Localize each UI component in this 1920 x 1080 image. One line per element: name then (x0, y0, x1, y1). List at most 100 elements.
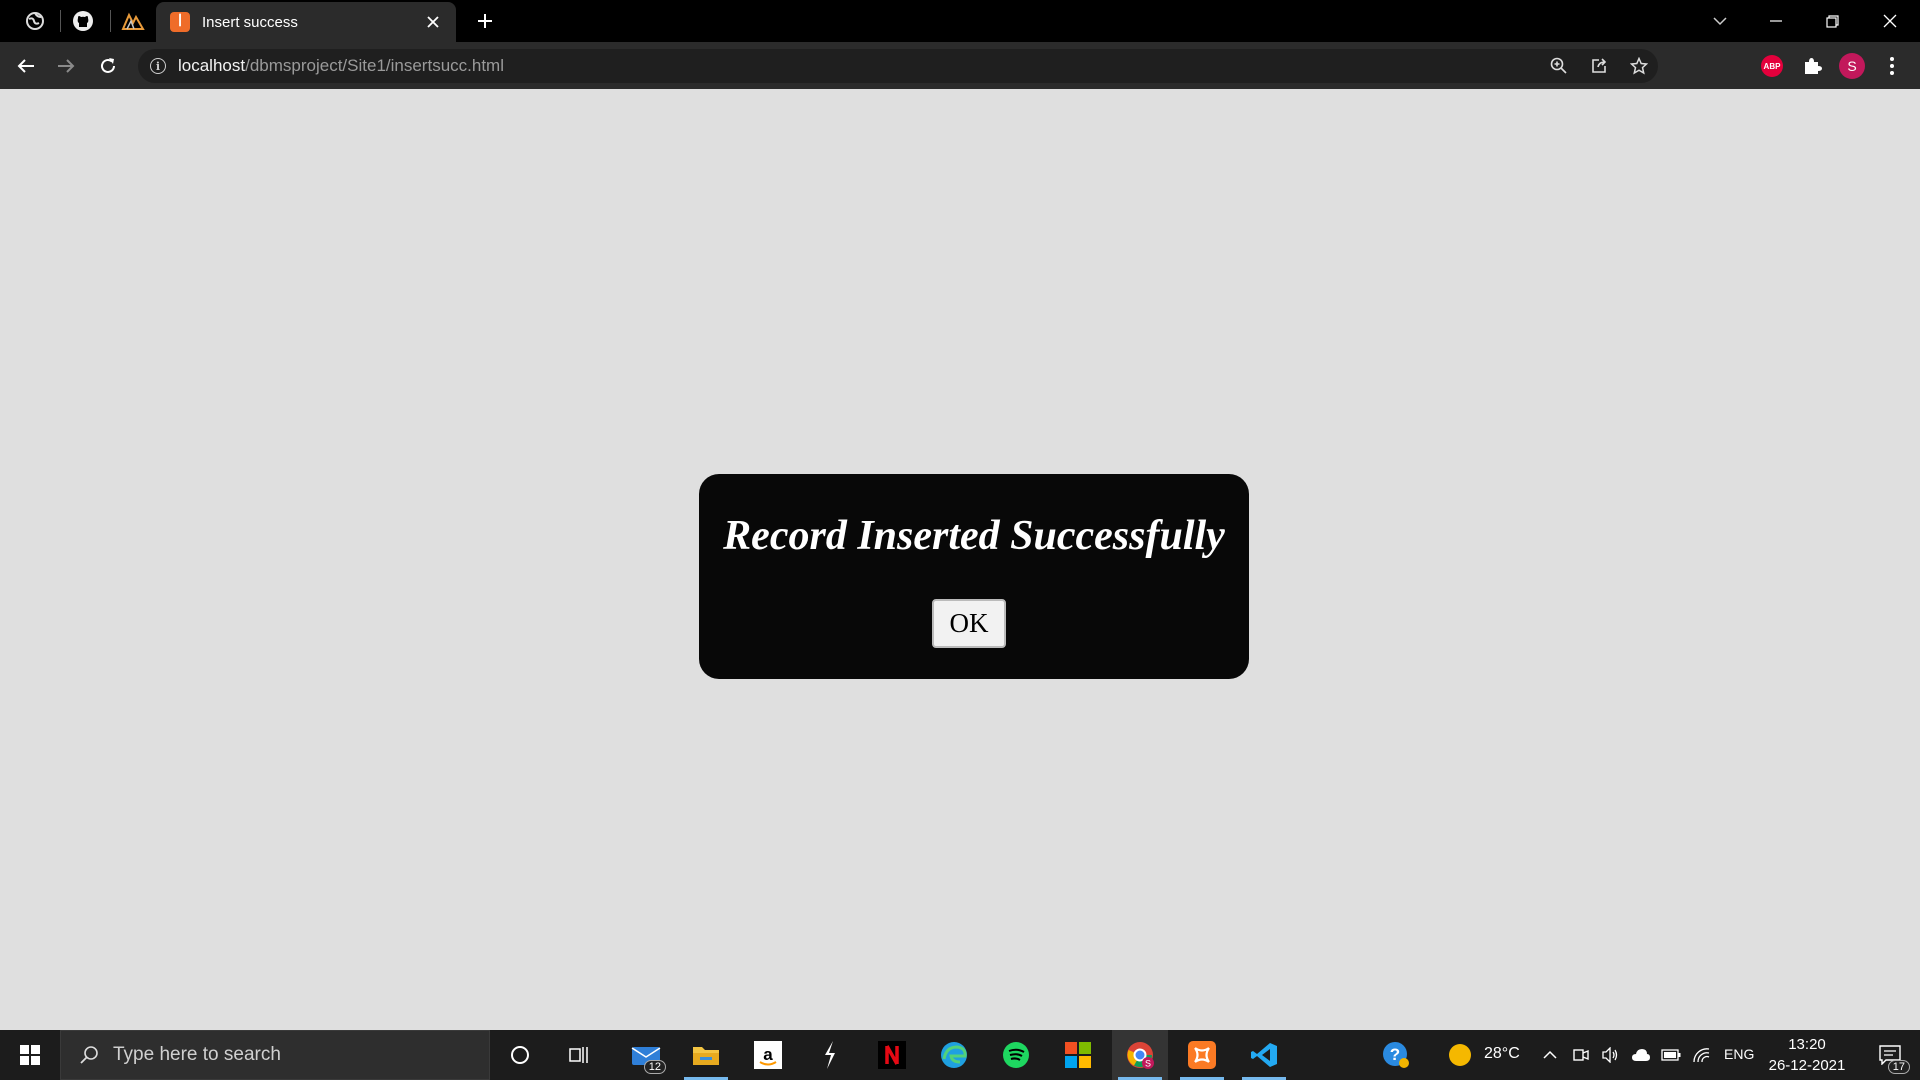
taskbar-spotify[interactable] (988, 1030, 1044, 1080)
taskbar-amazon[interactable]: a (740, 1030, 796, 1080)
help-icon: ? (1383, 1042, 1409, 1068)
tray-onedrive[interactable] (1626, 1030, 1656, 1080)
share-button[interactable] (1582, 49, 1616, 83)
battery-icon (1661, 1049, 1681, 1061)
ok-button[interactable]: OK (932, 599, 1006, 648)
forward-button[interactable] (48, 48, 84, 84)
profile-button[interactable]: S (1836, 50, 1868, 82)
taskbar-file-explorer[interactable] (678, 1030, 734, 1080)
restore-button[interactable] (1804, 0, 1860, 42)
taskbar-xampp[interactable] (1174, 1030, 1230, 1080)
close-icon (427, 16, 439, 28)
active-tab[interactable]: ꟾ Insert success (156, 2, 456, 42)
search-icon (80, 1046, 98, 1064)
arrow-left-icon (17, 59, 34, 73)
clock[interactable]: 13:20 26-12-2021 (1762, 1034, 1852, 1076)
mail-badge: 12 (643, 1060, 666, 1074)
store-icon (1065, 1042, 1091, 1068)
tray-wifi[interactable] (1686, 1030, 1716, 1080)
cortana-button[interactable] (492, 1030, 548, 1080)
adblock-extension-button[interactable]: ABP (1756, 50, 1788, 82)
task-view-button[interactable] (552, 1030, 608, 1080)
task-view-icon (569, 1047, 588, 1063)
zoom-in-icon (1550, 57, 1567, 74)
url-path: /dbmsproject/Site1/insertsucc.html (245, 56, 504, 75)
start-button[interactable] (0, 1030, 60, 1080)
device-icon (1573, 1049, 1589, 1061)
action-center-button[interactable]: 17 (1862, 1030, 1918, 1080)
svg-text:S: S (1145, 1059, 1151, 1069)
taskbar-netflix[interactable] (864, 1030, 920, 1080)
lightning-icon (825, 1041, 835, 1069)
info-icon[interactable]: i (150, 58, 166, 74)
amazon-icon: a (754, 1041, 782, 1069)
reload-button[interactable] (90, 48, 126, 84)
adblock-icon: ABP (1761, 55, 1783, 77)
success-dialog: Record Inserted Successfully OK (699, 474, 1249, 679)
tray-battery[interactable] (1656, 1030, 1686, 1080)
pinned-tab-globe[interactable] (14, 0, 56, 42)
success-message: Record Inserted Successfully (723, 513, 1225, 559)
tray-help[interactable]: ? (1368, 1030, 1424, 1080)
tray-weather[interactable] (1432, 1030, 1488, 1080)
xampp-icon (1188, 1041, 1216, 1069)
zoom-button[interactable] (1542, 49, 1576, 83)
bookmark-button[interactable] (1622, 49, 1656, 83)
url-host: localhost (178, 56, 246, 75)
browser-toolbar: i localhost/dbmsproject/Site1/insertsucc… (0, 42, 1920, 89)
taskbar-search-box[interactable]: Type here to search (60, 1030, 490, 1080)
notification-badge: 17 (1887, 1060, 1910, 1074)
tray-show-hidden[interactable] (1532, 1030, 1568, 1080)
netflix-icon (878, 1041, 906, 1069)
tab-search-button[interactable] (1692, 0, 1748, 42)
taskbar-edge[interactable] (926, 1030, 982, 1080)
wifi-icon (1693, 1048, 1710, 1063)
close-window-button[interactable] (1862, 0, 1918, 42)
chrome-icon: S (1127, 1042, 1154, 1069)
globe-icon (26, 12, 44, 30)
cloud-icon (1632, 1049, 1650, 1061)
avatar: S (1839, 53, 1865, 79)
tab-title: Insert success (202, 13, 298, 31)
search-placeholder: Type here to search (113, 1044, 281, 1065)
vscode-icon (1251, 1043, 1277, 1067)
back-button[interactable] (8, 48, 44, 84)
pinned-tab-github[interactable] (62, 0, 104, 42)
tab-close-button[interactable] (422, 11, 444, 33)
taskbar-chrome[interactable]: S (1112, 1030, 1168, 1080)
menu-button[interactable] (1876, 50, 1908, 82)
puzzle-icon (1805, 58, 1822, 74)
language-indicator[interactable]: ENG (1724, 1046, 1754, 1062)
cortana-circle-icon (511, 1046, 529, 1064)
page-viewport: Record Inserted Successfully OK (0, 89, 1920, 1030)
edge-icon (941, 1042, 967, 1068)
pinned-tab-app[interactable] (112, 0, 154, 42)
taskbar-app-lightning[interactable] (802, 1030, 858, 1080)
clock-time: 13:20 (1788, 1036, 1826, 1053)
restore-icon (1825, 14, 1839, 28)
taskbar-store[interactable] (1050, 1030, 1106, 1080)
new-tab-button[interactable] (470, 6, 500, 36)
clock-date: 26-12-2021 (1768, 1057, 1846, 1074)
minimize-button[interactable] (1748, 0, 1804, 42)
speaker-icon (1602, 1047, 1618, 1063)
tab-strip: ꟾ Insert success (0, 0, 1920, 42)
svg-text:a: a (763, 1045, 773, 1064)
star-icon (1630, 57, 1648, 75)
windows-taskbar: Type here to search 12 a S ? 28°C ENG 13… (0, 1030, 1920, 1080)
chevron-up-icon (1543, 1050, 1557, 1059)
spotify-icon (1003, 1042, 1029, 1068)
tray-meet[interactable] (1566, 1030, 1596, 1080)
chevron-down-icon (1713, 17, 1727, 26)
weather-temperature[interactable]: 28°C (1484, 1045, 1520, 1063)
xampp-favicon-icon: ꟾ (170, 12, 190, 32)
address-bar[interactable]: i localhost/dbmsproject/Site1/insertsucc… (138, 49, 1658, 83)
share-icon (1592, 58, 1607, 73)
tray-volume[interactable] (1596, 1030, 1626, 1080)
extensions-button[interactable] (1796, 50, 1828, 82)
windows-logo-icon (20, 1045, 40, 1065)
more-vertical-icon (1890, 57, 1894, 75)
github-icon (73, 11, 93, 31)
taskbar-vscode[interactable] (1236, 1030, 1292, 1080)
taskbar-mail[interactable]: 12 (618, 1030, 674, 1080)
